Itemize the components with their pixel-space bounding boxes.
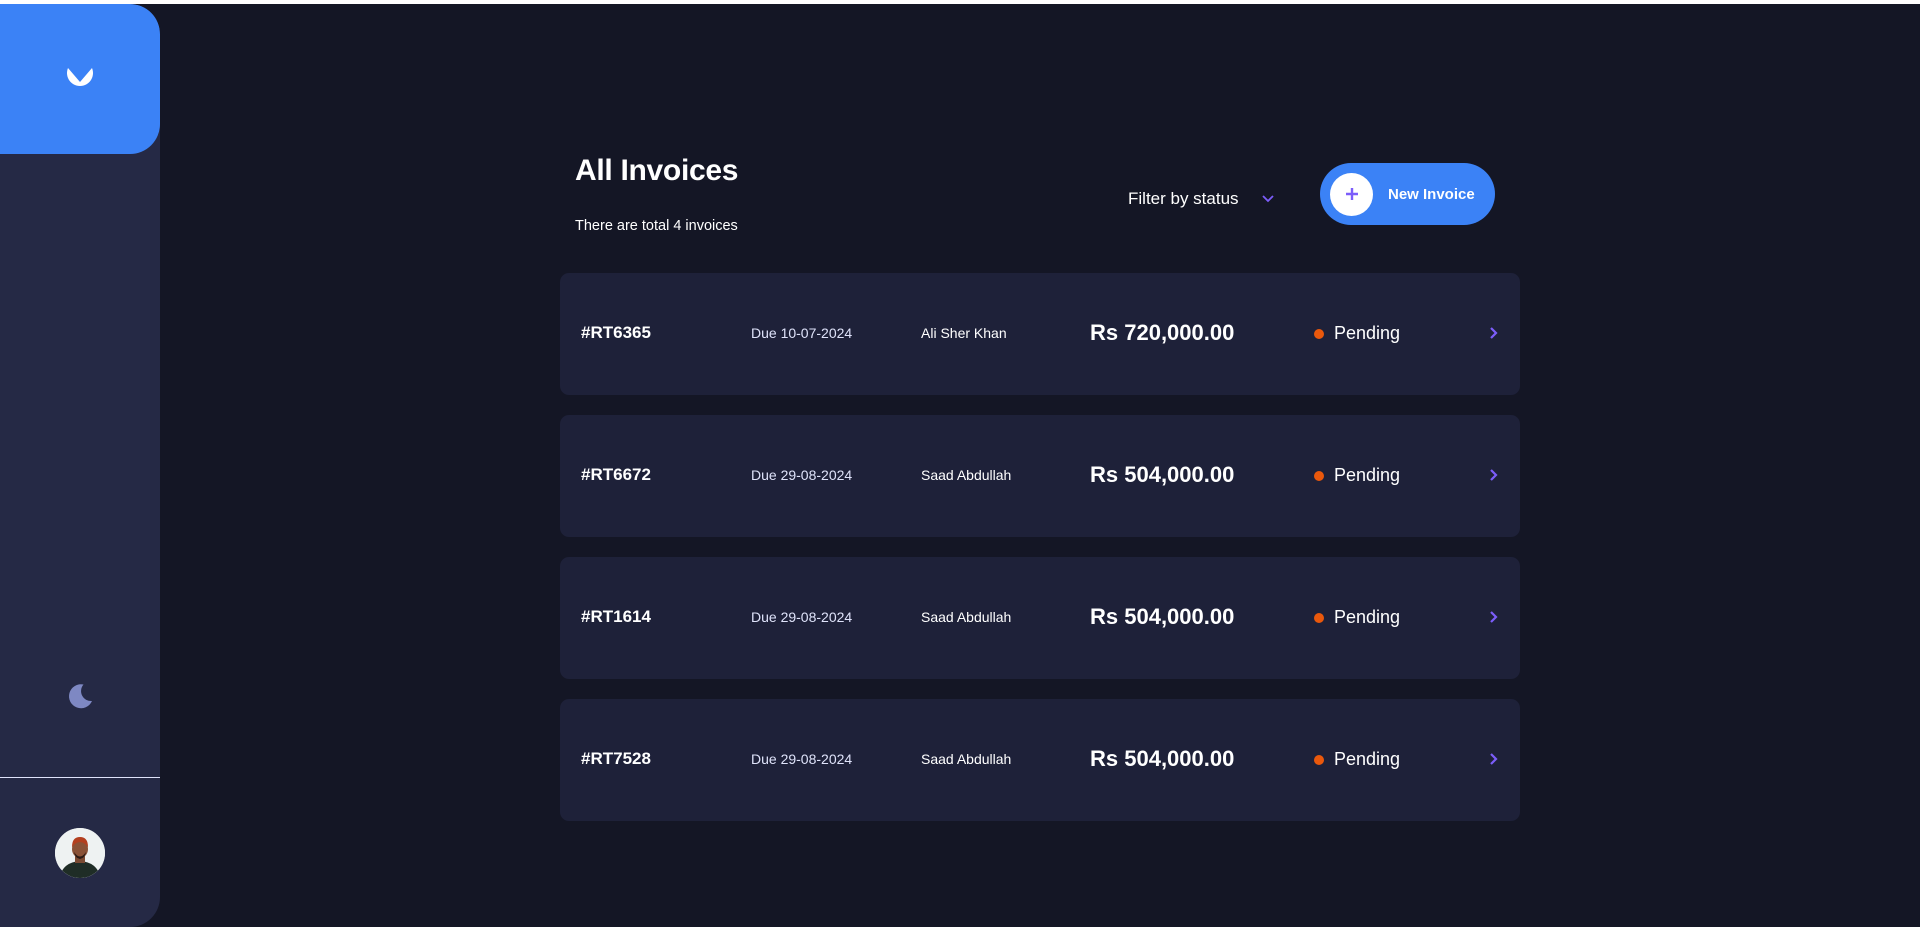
invoice-id: #RT6672 [581, 465, 651, 484]
invoice-due-date: Due 29-08-2024 [751, 609, 853, 625]
avatar-image [55, 828, 105, 878]
status-dot [1314, 470, 1324, 481]
status-label: Pending [1334, 323, 1401, 343]
moon-icon[interactable] [64, 680, 96, 712]
filter-label: Filter by status [1128, 189, 1239, 208]
chevron-down-icon [1261, 195, 1274, 203]
invoice-row[interactable]: #RT6365 Due 10-07-2024 Ali Sher Khan Rs … [560, 273, 1520, 395]
invoice-list: #RT6365 Due 10-07-2024 Ali Sher Khan Rs … [560, 273, 1520, 841]
invoices-header: All Invoices There are total 4 invoices … [560, 4, 1520, 254]
status-label: Pending [1334, 607, 1401, 627]
page-title: All Invoices [575, 154, 739, 187]
chevron-right-icon[interactable] [1488, 609, 1500, 625]
invoice-count: There are total 4 invoices [575, 218, 738, 234]
filter-by-status-dropdown[interactable]: Filter by status [1128, 184, 1275, 214]
status-badge: Pending [1314, 465, 1400, 486]
invoice-amount: Rs 504,000.00 [1090, 604, 1235, 629]
invoice-client: Saad Abdullah [921, 751, 1012, 767]
logo-icon [67, 68, 93, 86]
invoice-due-date: Due 10-07-2024 [751, 325, 853, 341]
invoice-id: #RT1614 [581, 607, 651, 626]
status-badge: Pending [1314, 749, 1400, 770]
invoice-amount: Rs 720,000.00 [1090, 320, 1235, 345]
invoice-id: #RT6365 [581, 323, 651, 342]
invoice-client: Saad Abdullah [921, 467, 1012, 483]
status-label: Pending [1334, 465, 1401, 485]
avatar[interactable] [55, 828, 105, 878]
invoice-id: #RT7528 [581, 749, 651, 768]
chevron-right-icon[interactable] [1488, 751, 1500, 767]
invoice-amount: Rs 504,000.00 [1090, 746, 1235, 771]
invoice-client: Saad Abdullah [921, 609, 1012, 625]
status-dot [1314, 328, 1324, 339]
status-dot [1314, 754, 1324, 765]
new-invoice-label: New Invoice [1388, 185, 1475, 203]
invoice-due-date: Due 29-08-2024 [751, 467, 853, 483]
invoice-client: Ali Sher Khan [921, 325, 1007, 341]
status-dot [1314, 612, 1324, 623]
invoice-row[interactable]: #RT1614 Due 29-08-2024 Saad Abdullah Rs … [560, 557, 1520, 679]
sidebar [0, 4, 160, 927]
chevron-right-icon[interactable] [1488, 325, 1500, 341]
sidebar-divider [0, 777, 160, 778]
invoice-amount: Rs 504,000.00 [1090, 462, 1235, 487]
status-badge: Pending [1314, 323, 1400, 344]
chevron-right-icon[interactable] [1488, 467, 1500, 483]
app-viewport: All Invoices There are total 4 invoices … [0, 4, 1920, 927]
plus-icon [1345, 188, 1358, 200]
invoice-due-date: Due 29-08-2024 [751, 751, 853, 767]
new-invoice-button[interactable]: New Invoice [1320, 163, 1495, 225]
status-badge: Pending [1314, 607, 1400, 628]
invoice-row[interactable]: #RT6672 Due 29-08-2024 Saad Abdullah Rs … [560, 415, 1520, 537]
plus-circle [1330, 172, 1373, 216]
logo-button[interactable] [0, 4, 160, 154]
invoice-row[interactable]: #RT7528 Due 29-08-2024 Saad Abdullah Rs … [560, 699, 1520, 821]
status-label: Pending [1334, 749, 1401, 769]
